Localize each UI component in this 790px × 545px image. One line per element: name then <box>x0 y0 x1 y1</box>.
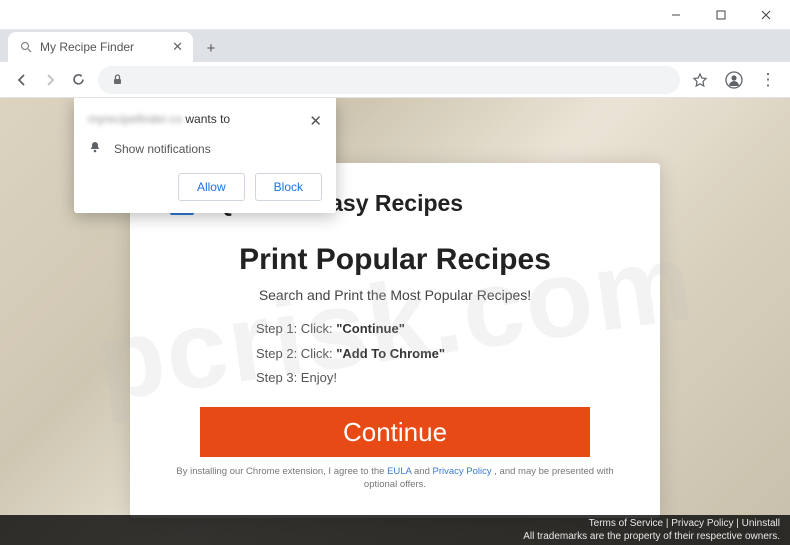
reload-button[interactable] <box>64 66 92 94</box>
permission-close-button[interactable]: ✕ <box>309 112 322 130</box>
step-3: Step 3: Enjoy! <box>256 366 445 391</box>
omnibox[interactable] <box>98 66 680 94</box>
browser-tab[interactable]: My Recipe Finder ✕ <box>8 32 193 62</box>
page-viewport: pcrisk.com myrecipefinder.co wants to ✕ … <box>0 98 790 545</box>
subheadline: Search and Print the Most Popular Recipe… <box>259 287 531 303</box>
allow-button[interactable]: Allow <box>178 173 245 201</box>
new-tab-button[interactable]: + <box>197 34 225 62</box>
footer-links[interactable]: Terms of Service | Privacy Policy | Unin… <box>523 517 780 530</box>
privacy-link[interactable]: Privacy Policy <box>433 466 492 477</box>
back-button[interactable] <box>8 66 36 94</box>
promo-card: Quick 'N Easy Recipes Print Popular Reci… <box>130 163 660 518</box>
tab-strip: My Recipe Finder ✕ + <box>0 30 790 62</box>
minimize-button[interactable] <box>653 1 698 29</box>
browser-menu-button[interactable]: ⋮ <box>754 66 782 94</box>
block-button[interactable]: Block <box>255 173 322 201</box>
footer-trademark: All trademarks are the property of their… <box>523 530 780 543</box>
step-1: Step 1: Click: "Continue" <box>256 317 445 342</box>
headline: Print Popular Recipes <box>239 243 551 277</box>
search-icon <box>18 40 33 55</box>
forward-button[interactable] <box>36 66 64 94</box>
permission-text: Show notifications <box>114 142 211 156</box>
maximize-button[interactable] <box>698 1 743 29</box>
address-bar: ⋮ <box>0 62 790 98</box>
bell-icon <box>88 140 102 157</box>
tab-close-button[interactable]: ✕ <box>172 39 183 55</box>
continue-button[interactable]: Continue <box>200 407 590 457</box>
permission-origin: myrecipefinder.co wants to <box>88 112 230 126</box>
step-2: Step 2: Click: "Add To Chrome" <box>256 342 445 367</box>
window-titlebar <box>0 0 790 30</box>
lock-icon <box>108 71 126 89</box>
tab-title: My Recipe Finder <box>40 40 134 54</box>
disclaimer: By installing our Chrome extension, I ag… <box>166 465 624 492</box>
account-button[interactable] <box>720 66 748 94</box>
page-footer: Terms of Service | Privacy Policy | Unin… <box>0 515 790 545</box>
bookmark-star-button[interactable] <box>686 66 714 94</box>
close-window-button[interactable] <box>743 1 788 29</box>
steps-list: Step 1: Click: "Continue" Step 2: Click:… <box>256 317 445 391</box>
eula-link[interactable]: EULA <box>387 466 411 477</box>
notification-permission-prompt: myrecipefinder.co wants to ✕ Show notifi… <box>74 98 336 213</box>
